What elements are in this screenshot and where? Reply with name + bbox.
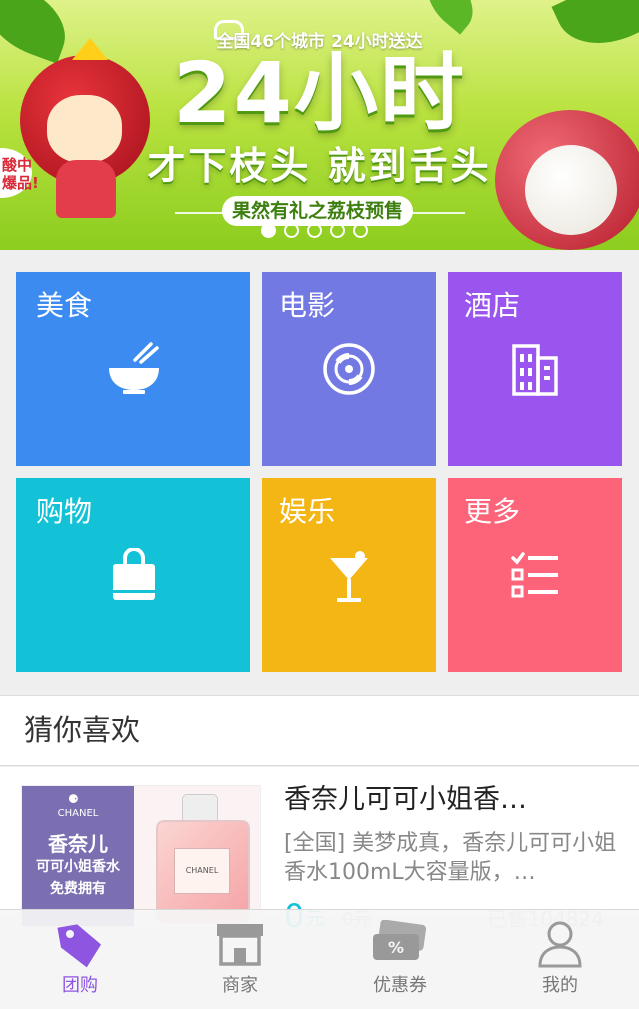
tab-label: 优惠券 [373,975,427,996]
category-more[interactable]: 更多 [448,478,622,672]
carousel-dot[interactable] [284,223,299,238]
film-reel-icon [323,343,375,395]
store-icon [217,924,263,966]
section-title: 猜你喜欢 [24,713,141,747]
checklist-icon [511,552,558,598]
image-text: 可可小姐香水 [36,859,120,875]
cocktail-icon [330,551,368,602]
category-entertainment[interactable]: 娱乐 [262,478,436,672]
carousel-dots[interactable] [261,223,368,239]
carousel-dot[interactable] [330,223,345,238]
product-card[interactable]: ⚈ CHANEL 香奈儿 可可小姐香水 免费拥有 CHANEL 香奈儿可可小姐香… [0,767,639,935]
coupon-icon: % [373,920,427,960]
tab-merchant[interactable]: 商家 [160,910,320,1009]
banner-title: 24小时 [173,44,466,142]
banner-presale-badge: 果然有礼之荔枝预售 [222,196,414,226]
product-title: 香奈儿可可小姐香… [284,784,527,815]
carousel-dot[interactable] [261,223,276,238]
perfume-label: CHANEL [174,848,230,894]
bowl-icon [109,342,159,394]
section-header: 猜你喜欢 [0,695,639,766]
shopping-bag-icon [113,548,155,600]
building-icon [512,344,558,396]
promo-banner[interactable]: 酸中 爆品! 全国46个城市 24小时送达 24小时 才下枝头 就到舌头 果然有… [0,0,639,250]
product-image: ⚈ CHANEL 香奈儿 可可小姐香水 免费拥有 CHANEL [21,785,261,927]
category-label: 电影 [279,289,336,322]
tab-group-buy[interactable]: 团购 [0,910,160,1009]
image-text: 免费拥有 [50,881,106,897]
svg-text:%: % [388,938,404,957]
tab-label: 我的 [542,975,578,996]
category-food[interactable]: 美食 [16,272,250,466]
banner-slogan: 才下枝头 就到舌头 [147,144,492,188]
chanel-logo-icon: ⚈ [68,792,79,806]
tab-coupon[interactable]: % 优惠券 [320,910,480,1009]
category-hotel[interactable]: 酒店 [448,272,622,466]
category-shopping[interactable]: 购物 [16,478,250,672]
category-label: 更多 [464,495,521,528]
user-icon [538,921,582,968]
tag-icon [57,924,102,968]
category-label: 美食 [36,289,93,322]
carousel-dot[interactable] [307,223,322,238]
tab-label: 商家 [222,975,258,996]
tab-label: 团购 [62,975,98,996]
category-label: 娱乐 [279,495,336,528]
category-movie[interactable]: 电影 [262,272,436,466]
carousel-dot[interactable] [353,223,368,238]
category-label: 购物 [36,495,93,528]
image-text: 香奈儿 [48,832,108,856]
tab-mine[interactable]: 我的 [480,910,639,1009]
brand-text: CHANEL [57,808,99,819]
product-description: [全国] 美梦成真，香奈儿可可小姐香水100mL大容量版，… [284,831,617,885]
bottom-tab-bar: 团购 商家 % 优惠券 我的 [0,909,639,1009]
category-label: 酒店 [464,289,521,322]
